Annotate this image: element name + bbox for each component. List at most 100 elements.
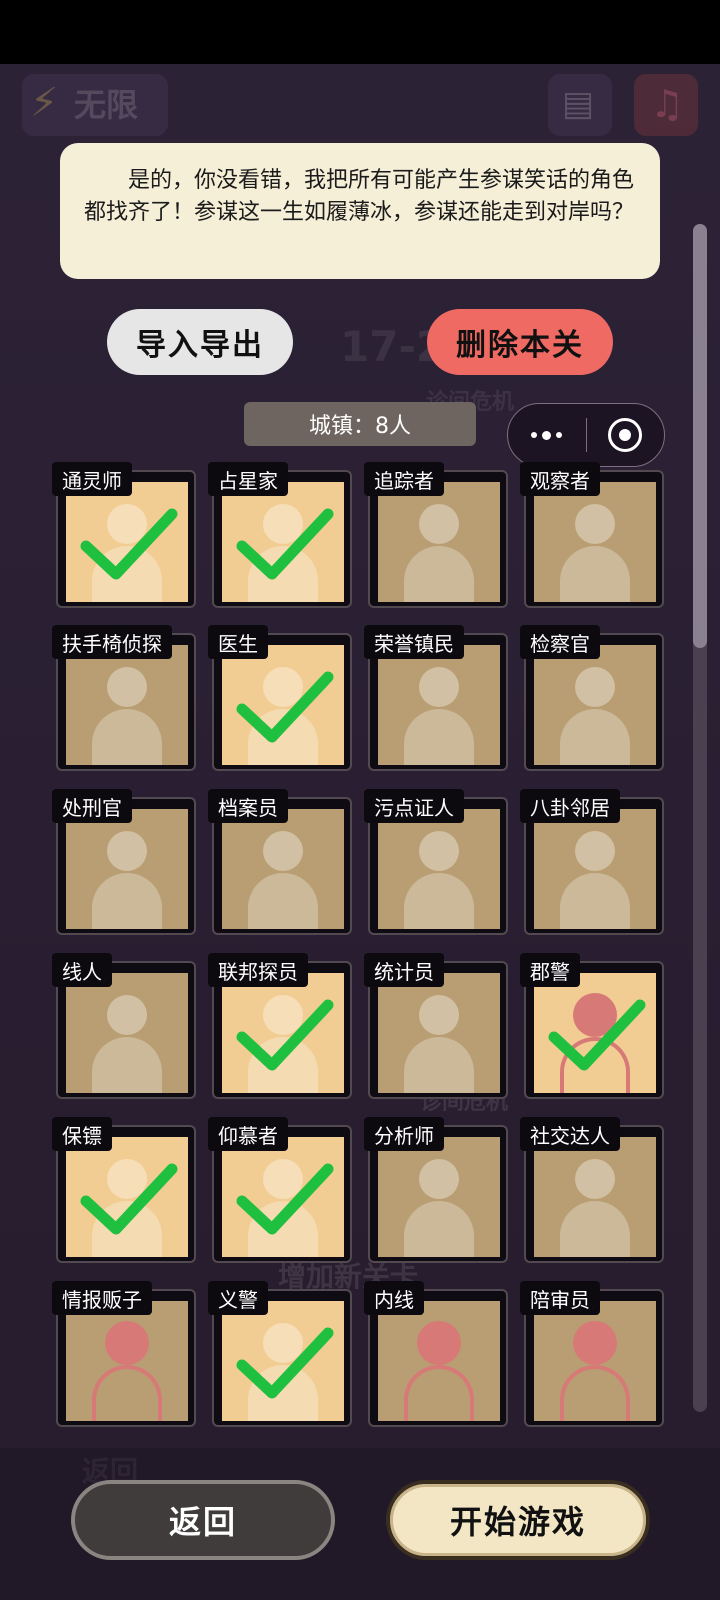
role-name: 郡警 [520, 953, 580, 987]
role-card[interactable]: 郡警 [520, 953, 664, 1099]
energy-text: 无限 [74, 86, 139, 124]
role-name: 观察者 [520, 462, 600, 496]
role-name: 社交达人 [520, 1117, 620, 1151]
portrait-head [575, 1159, 615, 1199]
checkmark-icon [80, 1163, 178, 1235]
portrait-body [560, 1201, 630, 1257]
portrait-body [560, 709, 630, 765]
role-card[interactable]: 荣誉镇民 [364, 625, 508, 771]
portrait-body [404, 709, 474, 765]
role-portrait [66, 809, 188, 929]
town-count-label: 城镇：8人 [244, 402, 476, 446]
role-card[interactable]: 社交达人 [520, 1117, 664, 1263]
role-name: 分析师 [364, 1117, 444, 1151]
role-card[interactable]: 追踪者 [364, 462, 508, 608]
miniprogram-capsule [507, 403, 665, 467]
role-card[interactable]: 通灵师 [52, 462, 196, 608]
role-portrait [378, 973, 500, 1093]
portrait-body [92, 1365, 162, 1421]
role-card[interactable]: 处刑官 [52, 789, 196, 935]
role-card[interactable]: 线人 [52, 953, 196, 1099]
portrait-body [92, 709, 162, 765]
back-button[interactable]: 返回 [71, 1480, 335, 1560]
portrait-body [92, 1037, 162, 1093]
role-portrait [534, 1137, 656, 1257]
role-portrait [222, 809, 344, 929]
role-card[interactable]: 检察官 [520, 625, 664, 771]
target-icon[interactable] [587, 418, 665, 452]
role-card[interactable]: 义警 [208, 1281, 352, 1427]
role-portrait [378, 809, 500, 929]
role-portrait [378, 645, 500, 765]
scrollbar[interactable] [693, 224, 707, 1412]
start-game-button[interactable]: 开始游戏 [386, 1480, 650, 1560]
portrait-head [419, 1159, 459, 1199]
portrait-body [404, 873, 474, 929]
lightning-icon: ⚡ [30, 80, 59, 126]
portrait-head [573, 1321, 617, 1365]
checkmark-icon [80, 508, 178, 580]
portrait-head [107, 995, 147, 1035]
role-name: 扶手椅侦探 [52, 625, 172, 659]
import-export-button[interactable]: 导入导出 [107, 309, 293, 375]
role-card[interactable]: 污点证人 [364, 789, 508, 935]
role-name: 内线 [364, 1281, 424, 1315]
role-name: 荣誉镇民 [364, 625, 464, 659]
role-name: 追踪者 [364, 462, 444, 496]
checkmark-icon [236, 671, 334, 743]
role-card[interactable]: 仰慕者 [208, 1117, 352, 1263]
portrait-head [105, 1321, 149, 1365]
checkmark-icon [236, 1163, 334, 1235]
portrait-head [419, 504, 459, 544]
role-card[interactable]: 医生 [208, 625, 352, 771]
portrait-head [575, 831, 615, 871]
portrait-body [560, 1365, 630, 1421]
role-name: 档案员 [208, 789, 288, 823]
role-portrait [378, 482, 500, 602]
notes-icon: ▤ [562, 84, 595, 124]
role-name: 线人 [52, 953, 112, 987]
role-portrait [534, 809, 656, 929]
checkmark-icon [236, 508, 334, 580]
portrait-head [575, 504, 615, 544]
role-card[interactable]: 内线 [364, 1281, 508, 1427]
role-name: 占星家 [208, 462, 288, 496]
role-name: 保镖 [52, 1117, 112, 1151]
role-name: 统计员 [364, 953, 444, 987]
role-name: 仰慕者 [208, 1117, 288, 1151]
role-card[interactable]: 联邦探员 [208, 953, 352, 1099]
portrait-body [404, 1037, 474, 1093]
role-card[interactable]: 保镖 [52, 1117, 196, 1263]
portrait-head [575, 667, 615, 707]
role-name: 医生 [208, 625, 268, 659]
role-card[interactable]: 陪审员 [520, 1281, 664, 1427]
music-button: ♫ [634, 74, 698, 136]
role-name: 陪审员 [520, 1281, 600, 1315]
portrait-body [92, 873, 162, 929]
role-name: 污点证人 [364, 789, 464, 823]
role-card[interactable]: 八卦邻居 [520, 789, 664, 935]
music-icon: ♫ [650, 82, 685, 126]
portrait-head [107, 831, 147, 871]
portrait-head [417, 1321, 461, 1365]
scrollbar-thumb[interactable] [693, 224, 707, 648]
role-name: 情报贩子 [52, 1281, 152, 1315]
role-card[interactable]: 情报贩子 [52, 1281, 196, 1427]
more-dots-icon[interactable] [508, 430, 586, 440]
role-name: 义警 [208, 1281, 268, 1315]
role-card[interactable]: 扶手椅侦探 [52, 625, 196, 771]
tip-text: 是的，你没看错，我把所有可能产生参谋笑话的角色都找齐了！参谋这一生如履薄冰，参谋… [84, 168, 635, 225]
role-card[interactable]: 占星家 [208, 462, 352, 608]
role-card[interactable]: 观察者 [520, 462, 664, 608]
role-name: 联邦探员 [208, 953, 308, 987]
portrait-head [419, 667, 459, 707]
checkmark-icon [548, 999, 646, 1071]
role-card[interactable]: 档案员 [208, 789, 352, 935]
role-portrait [66, 645, 188, 765]
role-card[interactable]: 分析师 [364, 1117, 508, 1263]
role-name: 检察官 [520, 625, 600, 659]
role-name: 处刑官 [52, 789, 132, 823]
role-portrait [378, 1137, 500, 1257]
delete-level-button[interactable]: 删除本关 [427, 309, 613, 375]
role-card[interactable]: 统计员 [364, 953, 508, 1099]
